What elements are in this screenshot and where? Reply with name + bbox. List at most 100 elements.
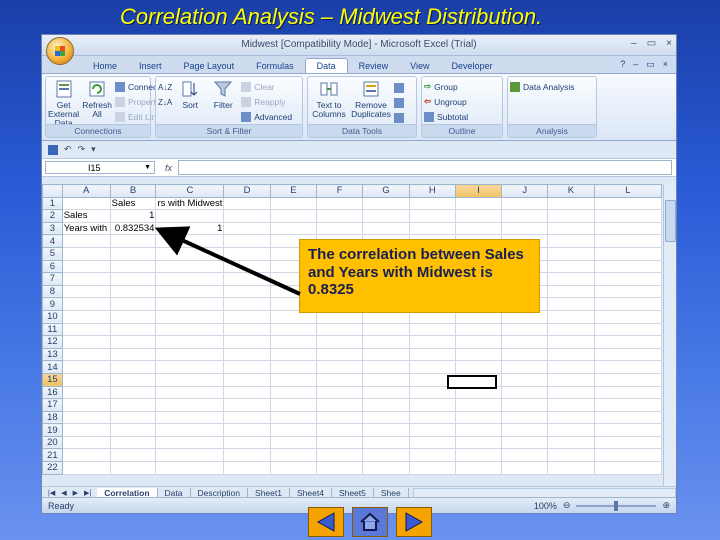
tab-insert[interactable]: Insert (128, 59, 173, 73)
cell-k5[interactable] (547, 246, 595, 261)
select-all-corner[interactable] (42, 184, 63, 198)
cell-e3[interactable] (269, 221, 318, 236)
tab-home[interactable]: Home (82, 59, 128, 73)
cell-a21[interactable] (61, 448, 111, 463)
tab-page-layout[interactable]: Page Layout (173, 59, 246, 73)
cell-k4[interactable] (547, 234, 595, 248)
cell-c12[interactable] (155, 335, 225, 349)
row-header[interactable]: 14 (42, 360, 63, 374)
column-header[interactable]: K (547, 184, 595, 198)
cell-d20[interactable] (223, 435, 271, 450)
cell-i22[interactable] (454, 461, 503, 475)
cell-g22[interactable] (362, 461, 410, 475)
cell-c18[interactable] (155, 410, 225, 425)
cell-j15[interactable] (501, 372, 549, 387)
cell-l15[interactable] (593, 372, 663, 387)
cell-e11[interactable] (269, 322, 318, 337)
last-sheet-icon[interactable]: ▶| (84, 489, 91, 497)
cell-a17[interactable] (61, 398, 111, 412)
cell-l4[interactable] (593, 234, 663, 248)
cell-g2[interactable] (362, 209, 410, 223)
cell-h22[interactable] (408, 461, 456, 475)
name-box[interactable]: I15 ▼ (45, 161, 155, 174)
cell-d18[interactable] (223, 410, 271, 425)
cell-g15[interactable] (362, 372, 410, 387)
cell-k14[interactable] (547, 360, 595, 374)
cell-g13[interactable] (362, 347, 410, 362)
cell-l18[interactable] (593, 410, 663, 425)
cell-l22[interactable] (593, 461, 663, 475)
cell-f21[interactable] (316, 448, 364, 463)
function-icon[interactable]: fx (165, 163, 172, 173)
cell-b8[interactable] (109, 284, 157, 299)
save-icon[interactable] (48, 144, 58, 155)
cell-c13[interactable] (155, 347, 225, 362)
cell-f22[interactable] (316, 461, 364, 475)
cell-l3[interactable] (593, 221, 663, 236)
cell-k2[interactable] (547, 209, 595, 223)
cell-d13[interactable] (223, 347, 271, 362)
cell-c4[interactable] (155, 234, 225, 248)
cell-a15[interactable] (61, 372, 111, 387)
cell-k3[interactable] (547, 221, 595, 236)
cell-b11[interactable] (109, 322, 157, 337)
cell-k9[interactable] (547, 297, 595, 311)
cell-k11[interactable] (547, 322, 595, 337)
cell-g3[interactable] (362, 221, 410, 236)
cell-c7[interactable] (155, 272, 225, 286)
column-header[interactable]: H (408, 184, 456, 198)
cell-l21[interactable] (593, 448, 663, 463)
cell-e16[interactable] (269, 385, 318, 400)
cell-k12[interactable] (547, 335, 595, 349)
row-header[interactable]: 21 (42, 448, 63, 463)
cell-j21[interactable] (501, 448, 549, 463)
cell-g12[interactable] (362, 335, 410, 349)
clear-button[interactable]: Clear (241, 80, 292, 93)
cell-f1[interactable] (316, 196, 364, 211)
cell-e22[interactable] (269, 461, 318, 475)
cell-a7[interactable] (61, 272, 111, 286)
column-header[interactable]: I (454, 184, 503, 198)
cell-c9[interactable] (155, 297, 225, 311)
cell-c20[interactable] (155, 435, 225, 450)
cell-f20[interactable] (316, 435, 364, 450)
cell-b1[interactable]: Sales (109, 196, 157, 211)
row-header[interactable]: 7 (42, 272, 63, 286)
cell-d16[interactable] (223, 385, 271, 400)
column-header[interactable]: L (593, 184, 663, 198)
row-header[interactable]: 1 (42, 196, 63, 211)
cell-l5[interactable] (593, 246, 663, 261)
cell-h20[interactable] (408, 435, 456, 450)
cell-l14[interactable] (593, 360, 663, 374)
row-header[interactable]: 8 (42, 284, 63, 299)
cell-h11[interactable] (408, 322, 456, 337)
cell-e14[interactable] (269, 360, 318, 374)
help-icon[interactable]: ? (620, 59, 625, 70)
cell-a12[interactable] (61, 335, 111, 349)
cell-k7[interactable] (547, 272, 595, 286)
cell-h13[interactable] (408, 347, 456, 362)
formula-input[interactable] (178, 160, 672, 175)
row-header[interactable]: 15 (42, 372, 63, 387)
row-header[interactable]: 5 (42, 246, 63, 261)
cell-e1[interactable] (269, 196, 318, 211)
cell-h18[interactable] (408, 410, 456, 425)
cell-f19[interactable] (316, 423, 364, 437)
cell-c16[interactable] (155, 385, 225, 400)
cell-c11[interactable] (155, 322, 225, 337)
cell-b21[interactable] (109, 448, 157, 463)
cell-j18[interactable] (501, 410, 549, 425)
cell-i20[interactable] (454, 435, 503, 450)
cell-f2[interactable] (316, 209, 364, 223)
cell-a10[interactable] (61, 309, 111, 324)
cell-l1[interactable] (593, 196, 663, 211)
cell-c17[interactable] (155, 398, 225, 412)
row-header[interactable]: 6 (42, 259, 63, 274)
cell-c10[interactable] (155, 309, 225, 324)
column-header[interactable]: D (223, 184, 271, 198)
sort-descending-button[interactable]: Z↓A (158, 96, 172, 109)
cell-f15[interactable] (316, 372, 364, 387)
cell-i18[interactable] (454, 410, 503, 425)
ribbon-restore-icon[interactable]: ▭ (646, 59, 655, 70)
cell-b5[interactable] (109, 246, 157, 261)
